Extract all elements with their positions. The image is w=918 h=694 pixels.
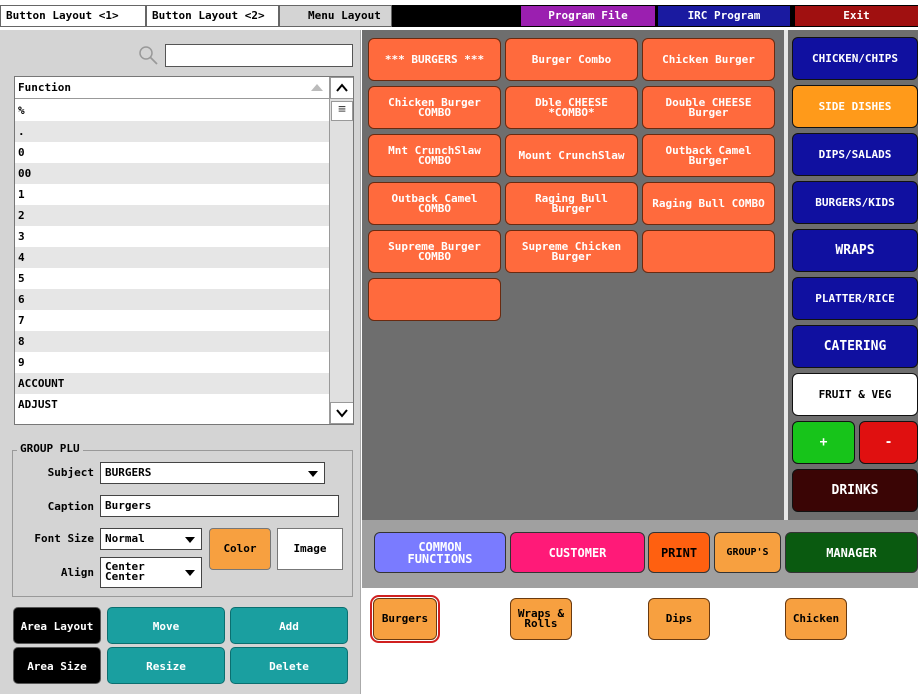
minus-button[interactable]: - [859, 421, 918, 464]
list-item[interactable]: 4 [15, 247, 329, 268]
list-item[interactable]: 8 [15, 331, 329, 352]
caption-field[interactable]: Burgers [100, 495, 339, 517]
font-size-label: Font Size [34, 532, 94, 545]
menu-button[interactable]: Supreme Burger COMBO [368, 230, 501, 273]
category-fruit-veg[interactable]: FRUIT & VEG [792, 373, 918, 416]
menu-button-empty[interactable] [368, 278, 501, 321]
menu-button[interactable]: Mnt CrunchSlaw COMBO [368, 134, 501, 177]
exit-button[interactable]: Exit [795, 6, 918, 26]
menu-button[interactable]: Supreme Chicken Burger [505, 230, 638, 273]
tab-button-layout-1[interactable]: Button Layout <1> [0, 5, 146, 27]
irc-program-button[interactable]: IRC Program [658, 6, 790, 26]
list-item[interactable]: 2 [15, 205, 329, 226]
print-button[interactable]: PRINT [648, 532, 710, 573]
list-item[interactable]: 7 [15, 310, 329, 331]
manager-button[interactable]: MANAGER [785, 532, 918, 573]
customer-button[interactable]: CUSTOMER [510, 532, 645, 573]
sort-up-icon [311, 84, 323, 91]
tab-menu-layout[interactable]: Menu Layout [279, 5, 392, 27]
color-button[interactable]: Color [209, 528, 271, 570]
chevron-down-icon [185, 570, 195, 576]
subject-select[interactable]: BURGERS [100, 462, 325, 484]
category-catering[interactable]: CATERING [792, 325, 918, 368]
common-functions-button[interactable]: COMMON FUNCTIONS [374, 532, 506, 573]
resize-button[interactable]: Resize [107, 647, 225, 684]
scroll-down-button[interactable] [330, 402, 353, 424]
category-platter-rice[interactable]: PLATTER/RICE [792, 277, 918, 320]
list-item[interactable]: 9 [15, 352, 329, 373]
chevron-down-icon [336, 409, 348, 418]
list-item[interactable]: 3 [15, 226, 329, 247]
font-size-select[interactable]: Normal [100, 528, 202, 550]
area-layout-button[interactable]: Area Layout [13, 607, 101, 644]
category-wraps[interactable]: WRAPS [792, 229, 918, 272]
list-item[interactable]: . [15, 121, 329, 142]
category-chicken-chips[interactable]: CHICKEN/CHIPS [792, 37, 918, 80]
menu-button[interactable]: Outback Camel COMBO [368, 182, 501, 225]
menu-button[interactable]: *** BURGERS *** [368, 38, 501, 81]
move-button[interactable]: Move [107, 607, 225, 644]
font-size-value: Normal [105, 532, 145, 545]
menu-button-empty[interactable] [642, 230, 775, 273]
search-input[interactable] [165, 44, 353, 67]
group-burgers[interactable]: Burgers [370, 595, 440, 643]
image-button[interactable]: Image [277, 528, 343, 570]
align-select[interactable]: Center Center [100, 557, 202, 588]
menu-button[interactable]: Dble CHEESE *COMBO* [505, 86, 638, 129]
category-side-dishes[interactable]: SIDE DISHES [792, 85, 918, 128]
delete-button[interactable]: Delete [230, 647, 348, 684]
subject-label: Subject [47, 466, 94, 479]
menu-button[interactable]: Chicken Burger [642, 38, 775, 81]
list-item[interactable]: 0 [15, 142, 329, 163]
menu-button[interactable]: Raging Bull COMBO [642, 182, 775, 225]
add-button[interactable]: Add [230, 607, 348, 644]
plus-button[interactable]: + [792, 421, 855, 464]
list-item[interactable]: 5 [15, 268, 329, 289]
chevron-down-icon [308, 471, 318, 477]
group-plu-title: GROUP PLU [17, 442, 83, 455]
list-item[interactable]: 00 [15, 163, 329, 184]
list-item[interactable]: 6 [15, 289, 329, 310]
drinks-button[interactable]: DRINKS [792, 469, 918, 512]
menu-button[interactable]: Double CHEESE Burger [642, 86, 775, 129]
align-label: Align [60, 566, 94, 579]
top-bar: Button Layout <1> Button Layout <2> Menu… [0, 0, 918, 30]
function-header-label: Function [18, 81, 71, 94]
category-burgers-kids[interactable]: BURGERS/KIDS [792, 181, 918, 224]
menu-button[interactable]: Chicken Burger COMBO [368, 86, 501, 129]
category-dips-salads[interactable]: DIPS/SALADS [792, 133, 918, 176]
list-item[interactable]: 1 [15, 184, 329, 205]
chevron-down-icon [185, 537, 195, 543]
menu-button[interactable]: Burger Combo [505, 38, 638, 81]
caption-label: Caption [47, 500, 94, 513]
list-item[interactable]: % [15, 100, 329, 121]
tab-button-layout-2[interactable]: Button Layout <2> [146, 5, 279, 27]
search-icon [139, 46, 158, 65]
group-wraps-rolls[interactable]: Wraps & Rolls [510, 598, 572, 640]
function-list[interactable]: Function % . 0 00 1 2 3 4 5 6 7 8 9 ACCO… [14, 76, 354, 425]
chevron-up-icon [336, 83, 348, 92]
program-file-button[interactable]: Program File [521, 6, 655, 26]
function-list-header[interactable]: Function [15, 77, 329, 99]
menu-button[interactable]: Outback Camel Burger [642, 134, 775, 177]
list-item[interactable]: ADJUST [15, 394, 329, 415]
group-dips[interactable]: Dips [648, 598, 710, 640]
menu-button[interactable]: Raging Bull Burger [505, 182, 638, 225]
scroll-thumb[interactable]: ≡ [331, 101, 353, 121]
group-chicken[interactable]: Chicken [785, 598, 847, 640]
list-item[interactable]: ACCOUNT [15, 373, 329, 394]
scroll-up-button[interactable] [330, 77, 353, 99]
subject-value: BURGERS [105, 466, 152, 479]
area-size-button[interactable]: Area Size [13, 647, 101, 684]
menu-button[interactable]: Mount CrunchSlaw [505, 134, 638, 177]
function-list-scrollbar[interactable]: ≡ [329, 77, 353, 424]
groups-button[interactable]: GROUP'S [714, 532, 781, 573]
